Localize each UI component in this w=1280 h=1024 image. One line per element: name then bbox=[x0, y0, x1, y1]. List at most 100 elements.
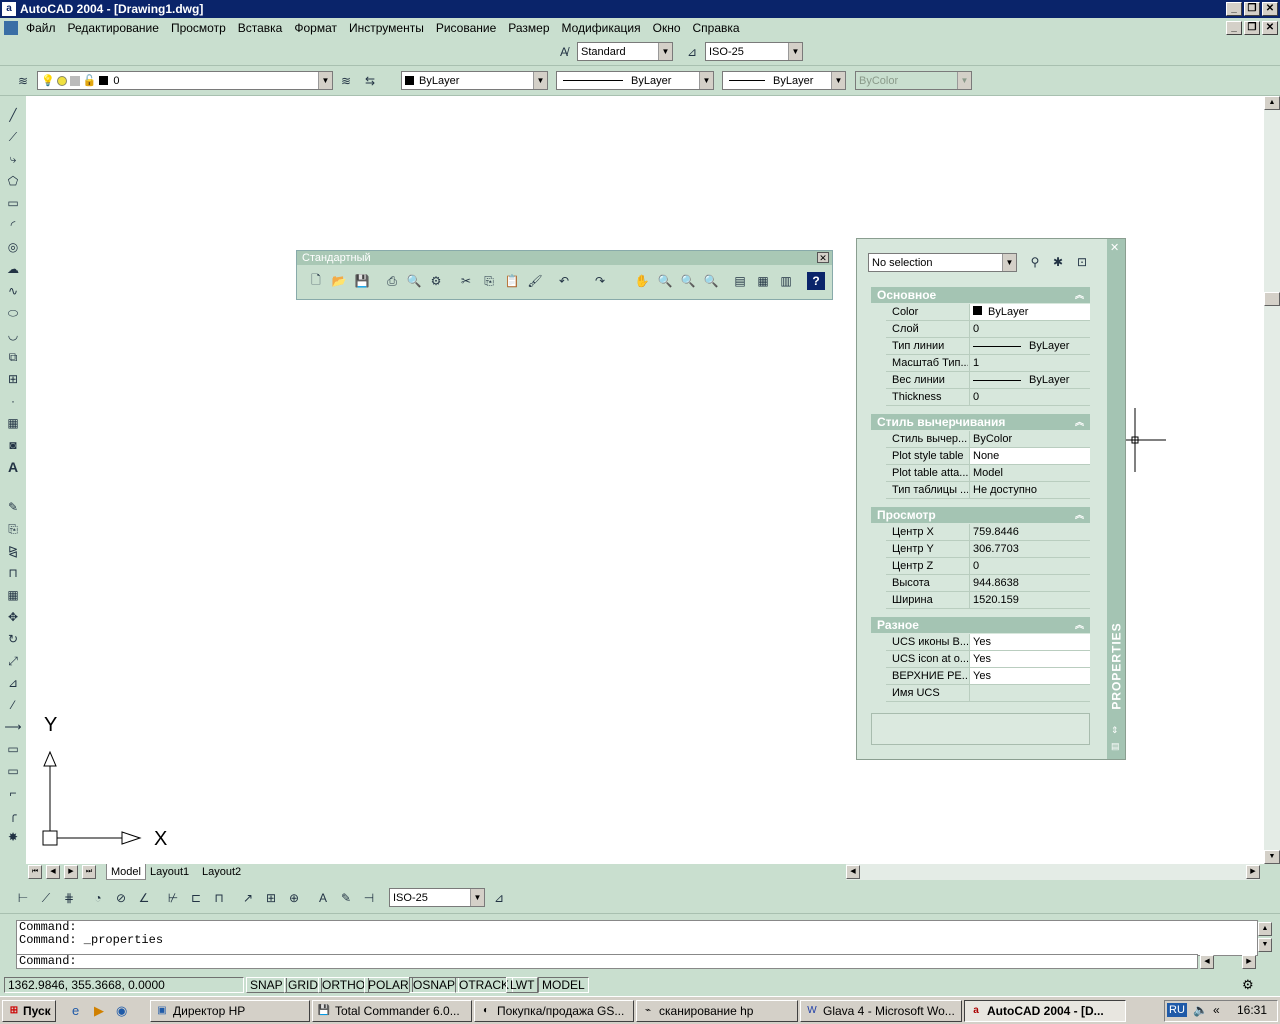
coordinates-display[interactable]: 1362.9846, 355.3668, 0.0000 bbox=[4, 977, 244, 993]
region-icon[interactable]: ◙ bbox=[4, 436, 22, 454]
properties-icon[interactable]: ▤ bbox=[731, 272, 749, 290]
ordinate-dim-icon[interactable]: ⋕ bbox=[60, 889, 78, 907]
line-icon[interactable]: ╱ bbox=[4, 106, 22, 124]
prop-row[interactable]: Имя UCS bbox=[886, 685, 1090, 702]
prop-row[interactable]: Thickness 0 bbox=[886, 389, 1090, 406]
palette-close-button[interactable]: ✕ bbox=[1110, 241, 1119, 254]
explode-icon[interactable]: ✸ bbox=[4, 828, 22, 846]
polyline-icon[interactable]: ⤷ bbox=[4, 150, 22, 168]
section-plot-style[interactable]: Стиль вычерчивания ︽ bbox=[871, 414, 1090, 430]
offset-icon[interactable]: ⊓ bbox=[4, 564, 22, 582]
plot-preview-icon[interactable]: 🔍 bbox=[405, 272, 423, 290]
menu-file[interactable]: Файл bbox=[20, 21, 62, 35]
menu-modify[interactable]: Модификация bbox=[556, 21, 647, 35]
scale-icon[interactable]: ⤢ bbox=[4, 652, 22, 670]
center-mark-icon[interactable]: ⊕ bbox=[285, 889, 303, 907]
pan-icon[interactable]: ✋ bbox=[633, 272, 651, 290]
ortho-toggle[interactable]: ORTHO bbox=[318, 977, 370, 993]
scroll-down-button[interactable]: ▼ bbox=[1264, 850, 1280, 864]
prop-row[interactable]: Тип линии ByLayer bbox=[886, 338, 1090, 355]
break-at-point-icon[interactable]: ▭ bbox=[4, 740, 22, 758]
dim-style-select[interactable]: ISO-25 ▼ bbox=[705, 42, 803, 61]
stretch-icon[interactable]: ⊿ bbox=[4, 674, 22, 692]
menu-draw[interactable]: Рисование bbox=[430, 21, 502, 35]
dim-edit-icon[interactable]: A bbox=[314, 889, 332, 907]
lineweight-select[interactable]: ByLayer ▼ bbox=[722, 71, 846, 90]
prop-row[interactable]: Центр X 759.8446 bbox=[886, 524, 1090, 541]
baseline-dim-icon[interactable]: ⊏ bbox=[187, 889, 205, 907]
section-view[interactable]: Просмотр ︽ bbox=[871, 507, 1090, 523]
tab-model[interactable]: Model bbox=[106, 864, 146, 880]
paste-icon[interactable]: 📋 bbox=[503, 272, 521, 290]
polar-toggle[interactable]: POLAR bbox=[364, 977, 413, 993]
prop-row[interactable]: ВЕРХНИЕ РЕ... Yes bbox=[886, 668, 1090, 685]
chamfer-icon[interactable]: ⌐ bbox=[4, 784, 22, 802]
tray-expand-icon[interactable]: « bbox=[1213, 1003, 1220, 1017]
collapse-icon[interactable]: ︽ bbox=[1075, 507, 1084, 523]
prop-row[interactable]: Тип таблицы ... Не доступно bbox=[886, 482, 1090, 499]
ellipse-icon[interactable]: ⬭ bbox=[4, 304, 22, 322]
menu-tools[interactable]: Инструменты bbox=[343, 21, 430, 35]
dim-style-icon[interactable]: ⊿ bbox=[683, 43, 701, 61]
linear-dim-icon[interactable]: ⊢ bbox=[14, 889, 32, 907]
close-button[interactable]: ✕ bbox=[1262, 2, 1278, 16]
plot-icon[interactable]: ⎙ bbox=[383, 272, 401, 290]
language-indicator[interactable]: RU bbox=[1167, 1003, 1187, 1017]
task-word[interactable]: W Glava 4 - Microsoft Wo... bbox=[800, 1000, 962, 1022]
make-block-icon[interactable]: ⊞ bbox=[4, 370, 22, 388]
menu-edit[interactable]: Редактирование bbox=[62, 21, 165, 35]
scroll-left-button[interactable]: ◀ bbox=[846, 865, 860, 879]
history-scroll-up[interactable]: ▲ bbox=[1258, 922, 1272, 936]
palette-side-bar[interactable]: ✕ PROPERTIES ⇕ ▤ bbox=[1107, 239, 1125, 759]
tab-layout2[interactable]: Layout2 bbox=[198, 864, 245, 880]
minimize-button[interactable]: _ bbox=[1226, 2, 1242, 16]
prop-row[interactable]: Центр Y 306.7703 bbox=[886, 541, 1090, 558]
next-tab-button[interactable]: ▶ bbox=[64, 865, 78, 879]
doc-restore-button[interactable]: ❐ bbox=[1244, 21, 1260, 35]
open-icon[interactable]: 📂 bbox=[330, 272, 348, 290]
zoom-previous-icon[interactable]: 🔍 bbox=[702, 272, 720, 290]
insert-block-icon[interactable]: ⧉ bbox=[4, 348, 22, 366]
rectangle-icon[interactable]: ▭ bbox=[4, 194, 22, 212]
save-icon[interactable]: 💾 bbox=[353, 272, 371, 290]
hatch-icon[interactable]: ▦ bbox=[4, 414, 22, 432]
prop-row[interactable]: UCS иконы В... Yes bbox=[886, 634, 1090, 651]
task-browser[interactable]: ◐ Покупка/продажа GS... bbox=[474, 1000, 634, 1022]
menu-help[interactable]: Справка bbox=[687, 21, 746, 35]
cut-icon[interactable]: ✂ bbox=[457, 272, 475, 290]
quicklaunch-browser-icon[interactable]: ◉ bbox=[116, 1003, 127, 1019]
otrack-toggle[interactable]: OTRACK bbox=[455, 977, 514, 993]
doc-minimize-button[interactable]: _ bbox=[1226, 21, 1242, 35]
snap-toggle[interactable]: SNAP bbox=[246, 977, 287, 993]
menu-insert[interactable]: Вставка bbox=[232, 21, 289, 35]
ellipse-arc-icon[interactable]: ◡ bbox=[4, 326, 22, 344]
scroll-right-button[interactable]: ▶ bbox=[1246, 865, 1260, 879]
arc-icon[interactable]: ◜ bbox=[4, 216, 22, 234]
undo-icon[interactable]: ↶ bbox=[555, 272, 573, 290]
select-objects-icon[interactable]: ⊡ bbox=[1073, 253, 1091, 271]
text-style-icon[interactable]: A̸ bbox=[555, 43, 573, 61]
section-misc[interactable]: Разное ︽ bbox=[871, 617, 1090, 633]
circle-icon[interactable]: ◎ bbox=[4, 238, 22, 256]
prop-row[interactable]: Ширина 1520.159 bbox=[886, 592, 1090, 609]
point-icon[interactable]: · bbox=[4, 392, 22, 410]
array-icon[interactable]: ▦ bbox=[4, 586, 22, 604]
doc-close-button[interactable]: ✕ bbox=[1262, 21, 1278, 35]
color-select[interactable]: ByLayer ▼ bbox=[401, 71, 548, 90]
text-style-select[interactable]: Standard ▼ bbox=[577, 42, 673, 61]
prev-tab-button[interactable]: ◀ bbox=[46, 865, 60, 879]
trim-icon[interactable]: ⁄ bbox=[4, 696, 22, 714]
menu-view[interactable]: Просмотр bbox=[165, 21, 232, 35]
tool-palettes-icon[interactable]: ▥ bbox=[777, 272, 795, 290]
quick-select-icon[interactable]: ⚲ bbox=[1026, 253, 1044, 271]
start-button[interactable]: ⊞ Пуск bbox=[2, 1000, 56, 1022]
tray-settings-icon[interactable]: ⚙ bbox=[1242, 977, 1254, 993]
quick-leader-icon[interactable]: ↗ bbox=[239, 889, 257, 907]
prop-row[interactable]: Plot style table None bbox=[886, 448, 1090, 465]
palette-menu-icon[interactable]: ▤ bbox=[1111, 741, 1120, 752]
design-center-icon[interactable]: ▦ bbox=[754, 272, 772, 290]
task-scanning[interactable]: ⌁ сканирование hp bbox=[636, 1000, 798, 1022]
continue-dim-icon[interactable]: ⊓ bbox=[210, 889, 228, 907]
polygon-icon[interactable]: ⬠ bbox=[4, 172, 22, 190]
task-hp-director[interactable]: ▣ Директор HP bbox=[150, 1000, 310, 1022]
